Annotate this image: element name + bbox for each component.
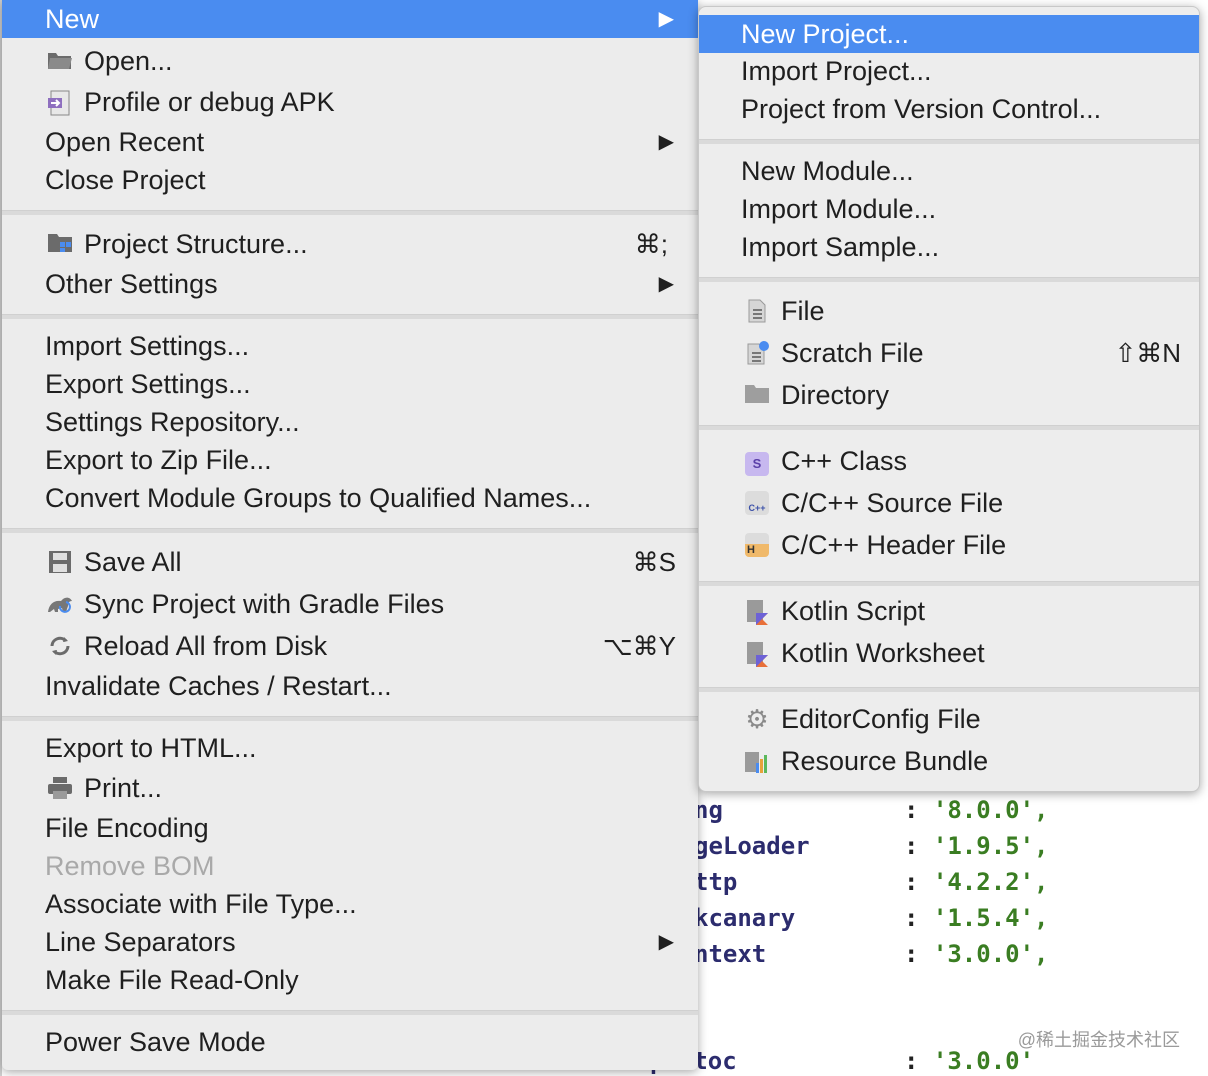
file-menu: New ▶ Open... Profile or debug APK Open R…: [2, 0, 698, 1070]
save-icon: [46, 550, 74, 574]
menu-item-make-read-only[interactable]: Make File Read-Only: [2, 961, 698, 999]
code-line: ttp: '4.2.2',: [694, 868, 1049, 896]
submenu-item-cpp-header[interactable]: H C/C++ Header File: [699, 526, 1199, 564]
menu-separator: [2, 528, 698, 533]
file-icon: [743, 299, 771, 323]
submenu-item-new-module[interactable]: New Module...: [699, 152, 1199, 190]
menu-separator: [2, 1010, 698, 1015]
submenu-item-import-project[interactable]: Import Project...: [699, 52, 1199, 90]
menu-item-profile-apk[interactable]: Profile or debug APK: [2, 83, 698, 121]
folder-icon: [46, 49, 74, 73]
menu-item-open-recent[interactable]: Open Recent ▶: [2, 123, 698, 161]
submenu-item-cpp-source[interactable]: C++ C/C++ Source File: [699, 484, 1199, 522]
menu-item-print[interactable]: Print...: [2, 769, 698, 807]
submenu-item-cpp-class[interactable]: S C++ Class: [699, 442, 1199, 480]
kotlin-script-icon: [743, 599, 771, 625]
submenu-item-resource-bundle[interactable]: Resource Bundle: [699, 742, 1199, 780]
menu-item-sync-gradle[interactable]: Sync Project with Gradle Files: [2, 585, 698, 623]
submenu-item-directory[interactable]: Directory: [699, 376, 1199, 414]
menu-item-settings-repository[interactable]: Settings Repository...: [2, 403, 698, 441]
menu-item-file-encoding[interactable]: File Encoding: [2, 809, 698, 847]
menu-separator: [699, 581, 1199, 586]
menu-separator: [699, 277, 1199, 282]
menu-item-save-all[interactable]: Save All ⌘S: [2, 543, 698, 581]
menu-item-new[interactable]: New ▶: [2, 0, 698, 38]
cpp-class-icon: S: [743, 449, 771, 476]
menu-separator: [699, 139, 1199, 144]
watermark: @稀土掘金技术社区: [1017, 1030, 1180, 1050]
menu-separator: [699, 425, 1199, 430]
scratch-file-icon: [743, 341, 771, 365]
submenu-item-file[interactable]: File: [699, 292, 1199, 330]
kotlin-worksheet-icon: [743, 641, 771, 667]
menu-separator: [2, 314, 698, 319]
gradle-sync-icon: [46, 592, 74, 616]
menu-item-export-settings[interactable]: Export Settings...: [2, 365, 698, 403]
menu-item-open[interactable]: Open...: [2, 42, 698, 80]
resource-bundle-icon: [743, 749, 771, 773]
code-line: protoc: '3.0.0': [650, 1047, 1035, 1075]
project-structure-icon: [46, 232, 74, 256]
submenu-item-project-from-vcs[interactable]: Project from Version Control...: [699, 90, 1199, 128]
new-submenu: New Project... Import Project... Project…: [698, 6, 1200, 792]
menu-item-invalidate-caches[interactable]: Invalidate Caches / Restart...: [2, 667, 698, 705]
code-line: ntext: '3.0.0',: [694, 940, 1049, 968]
submenu-item-import-sample[interactable]: Import Sample...: [699, 228, 1199, 266]
menu-item-project-structure[interactable]: Project Structure... ⌘;: [2, 225, 698, 263]
menu-item-associate-file-type[interactable]: Associate with File Type...: [2, 885, 698, 923]
code-line: kcanary: '1.5.4',: [694, 904, 1049, 932]
menu-item-line-separators[interactable]: Line Separators ▶: [2, 923, 698, 961]
cpp-source-icon: C++: [743, 491, 771, 515]
menu-item-export-zip[interactable]: Export to Zip File...: [2, 441, 698, 479]
submenu-item-scratch-file[interactable]: Scratch File ⇧⌘N: [699, 334, 1199, 372]
menu-item-remove-bom: Remove BOM: [45, 851, 215, 881]
submenu-item-new-project[interactable]: New Project...: [699, 15, 1199, 53]
reload-icon: [46, 634, 74, 658]
menu-item-import-settings[interactable]: Import Settings...: [2, 327, 698, 365]
gear-icon: ⚙: [745, 704, 769, 734]
submenu-item-kotlin-script[interactable]: Kotlin Script: [699, 592, 1199, 630]
menu-separator: [2, 716, 698, 721]
menu-separator: [699, 687, 1199, 692]
menu-item-convert-module-groups[interactable]: Convert Module Groups to Qualified Names…: [2, 479, 698, 517]
apk-icon: [46, 90, 74, 116]
directory-icon: [743, 383, 771, 407]
submenu-item-import-module[interactable]: Import Module...: [699, 190, 1199, 228]
submenu-item-kotlin-worksheet[interactable]: Kotlin Worksheet: [699, 634, 1199, 672]
print-icon: [46, 776, 74, 800]
menu-item-export-html[interactable]: Export to HTML...: [2, 729, 698, 767]
menu-item-power-save-mode[interactable]: Power Save Mode: [2, 1023, 698, 1061]
cpp-header-icon: H: [743, 533, 771, 557]
code-line: ng: '8.0.0',: [694, 796, 1049, 824]
code-line: geLoader: '1.9.5',: [694, 832, 1049, 860]
menu-item-other-settings[interactable]: Other Settings ▶: [2, 265, 698, 303]
menu-item-reload-disk[interactable]: Reload All from Disk ⌥⌘Y: [2, 627, 698, 665]
menu-separator: [2, 210, 698, 215]
menu-item-close-project[interactable]: Close Project: [2, 161, 698, 199]
submenu-item-editorconfig[interactable]: ⚙ EditorConfig File: [699, 700, 1199, 738]
